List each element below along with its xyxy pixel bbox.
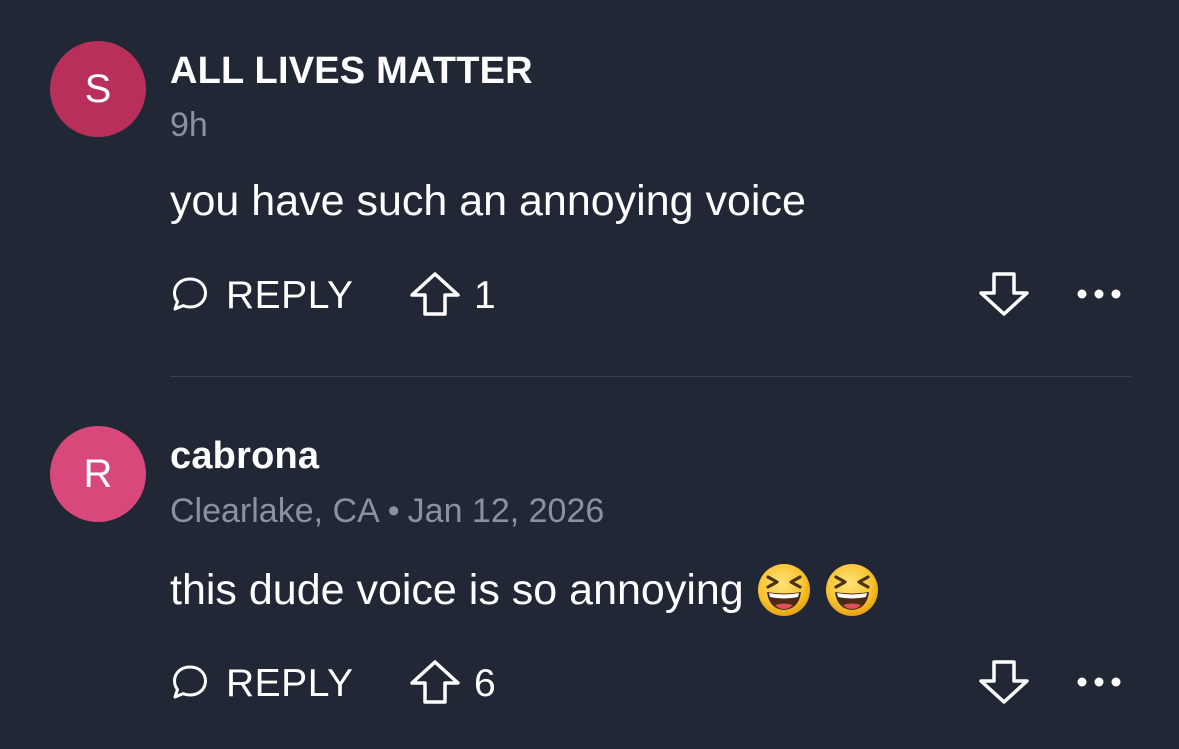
- comment-body: this dude voice is so annoying: [170, 565, 744, 614]
- more-options-button[interactable]: [1072, 274, 1126, 318]
- arrow-down-outline-icon: [977, 270, 1031, 323]
- comment-meta: 9h: [170, 106, 208, 145]
- comment-text: this dude voice is so annoying: [170, 562, 880, 618]
- upvote-count: 6: [474, 662, 496, 705]
- arrow-up-outline-icon: [408, 270, 474, 323]
- avatar-letter: R: [83, 451, 113, 496]
- avatar[interactable]: R: [50, 426, 146, 522]
- grinning-squinting-face-emoji: [756, 562, 812, 618]
- comment-meta: Clearlake, CA • Jan 12, 2026: [170, 492, 604, 531]
- arrow-up-outline-icon: [408, 658, 474, 711]
- comment-text: you have such an annoying voice: [170, 177, 806, 226]
- avatar-letter: S: [84, 66, 112, 111]
- downvote-button[interactable]: [976, 656, 1032, 712]
- username[interactable]: cabrona: [170, 435, 319, 478]
- arrow-down-outline-icon: [977, 658, 1031, 711]
- upvote-button[interactable]: 1: [408, 266, 496, 326]
- upvote-button[interactable]: 6: [408, 654, 496, 714]
- comment-item: R cabrona Clearlake, CA • Jan 12, 2026 thi…: [0, 377, 1179, 749]
- speech-bubble-icon: [170, 662, 226, 707]
- speech-bubble-icon: [170, 274, 226, 319]
- comment-actions: REPLY 1: [170, 266, 1130, 326]
- reply-label: REPLY: [226, 662, 354, 705]
- comment-body: you have such an annoying voice: [170, 177, 806, 225]
- upvote-count: 1: [474, 274, 496, 317]
- comment-item: S ALL LIVES MATTER 9h you have such an a…: [0, 0, 1179, 376]
- ellipsis-icon: [1076, 287, 1122, 305]
- meta-separator: •: [387, 492, 400, 530]
- downvote-button[interactable]: [976, 268, 1032, 324]
- location: Clearlake, CA: [170, 492, 380, 530]
- more-options-button[interactable]: [1072, 662, 1126, 706]
- reply-label: REPLY: [226, 274, 354, 317]
- timestamp: 9h: [170, 106, 208, 144]
- comment-actions: REPLY 6: [170, 654, 1130, 714]
- username[interactable]: ALL LIVES MATTER: [170, 50, 533, 93]
- avatar[interactable]: S: [50, 41, 146, 137]
- reply-button[interactable]: REPLY: [170, 266, 354, 326]
- date: Jan 12, 2026: [407, 492, 605, 530]
- grinning-squinting-face-emoji: [824, 562, 880, 618]
- ellipsis-icon: [1076, 675, 1122, 693]
- reply-button[interactable]: REPLY: [170, 654, 354, 714]
